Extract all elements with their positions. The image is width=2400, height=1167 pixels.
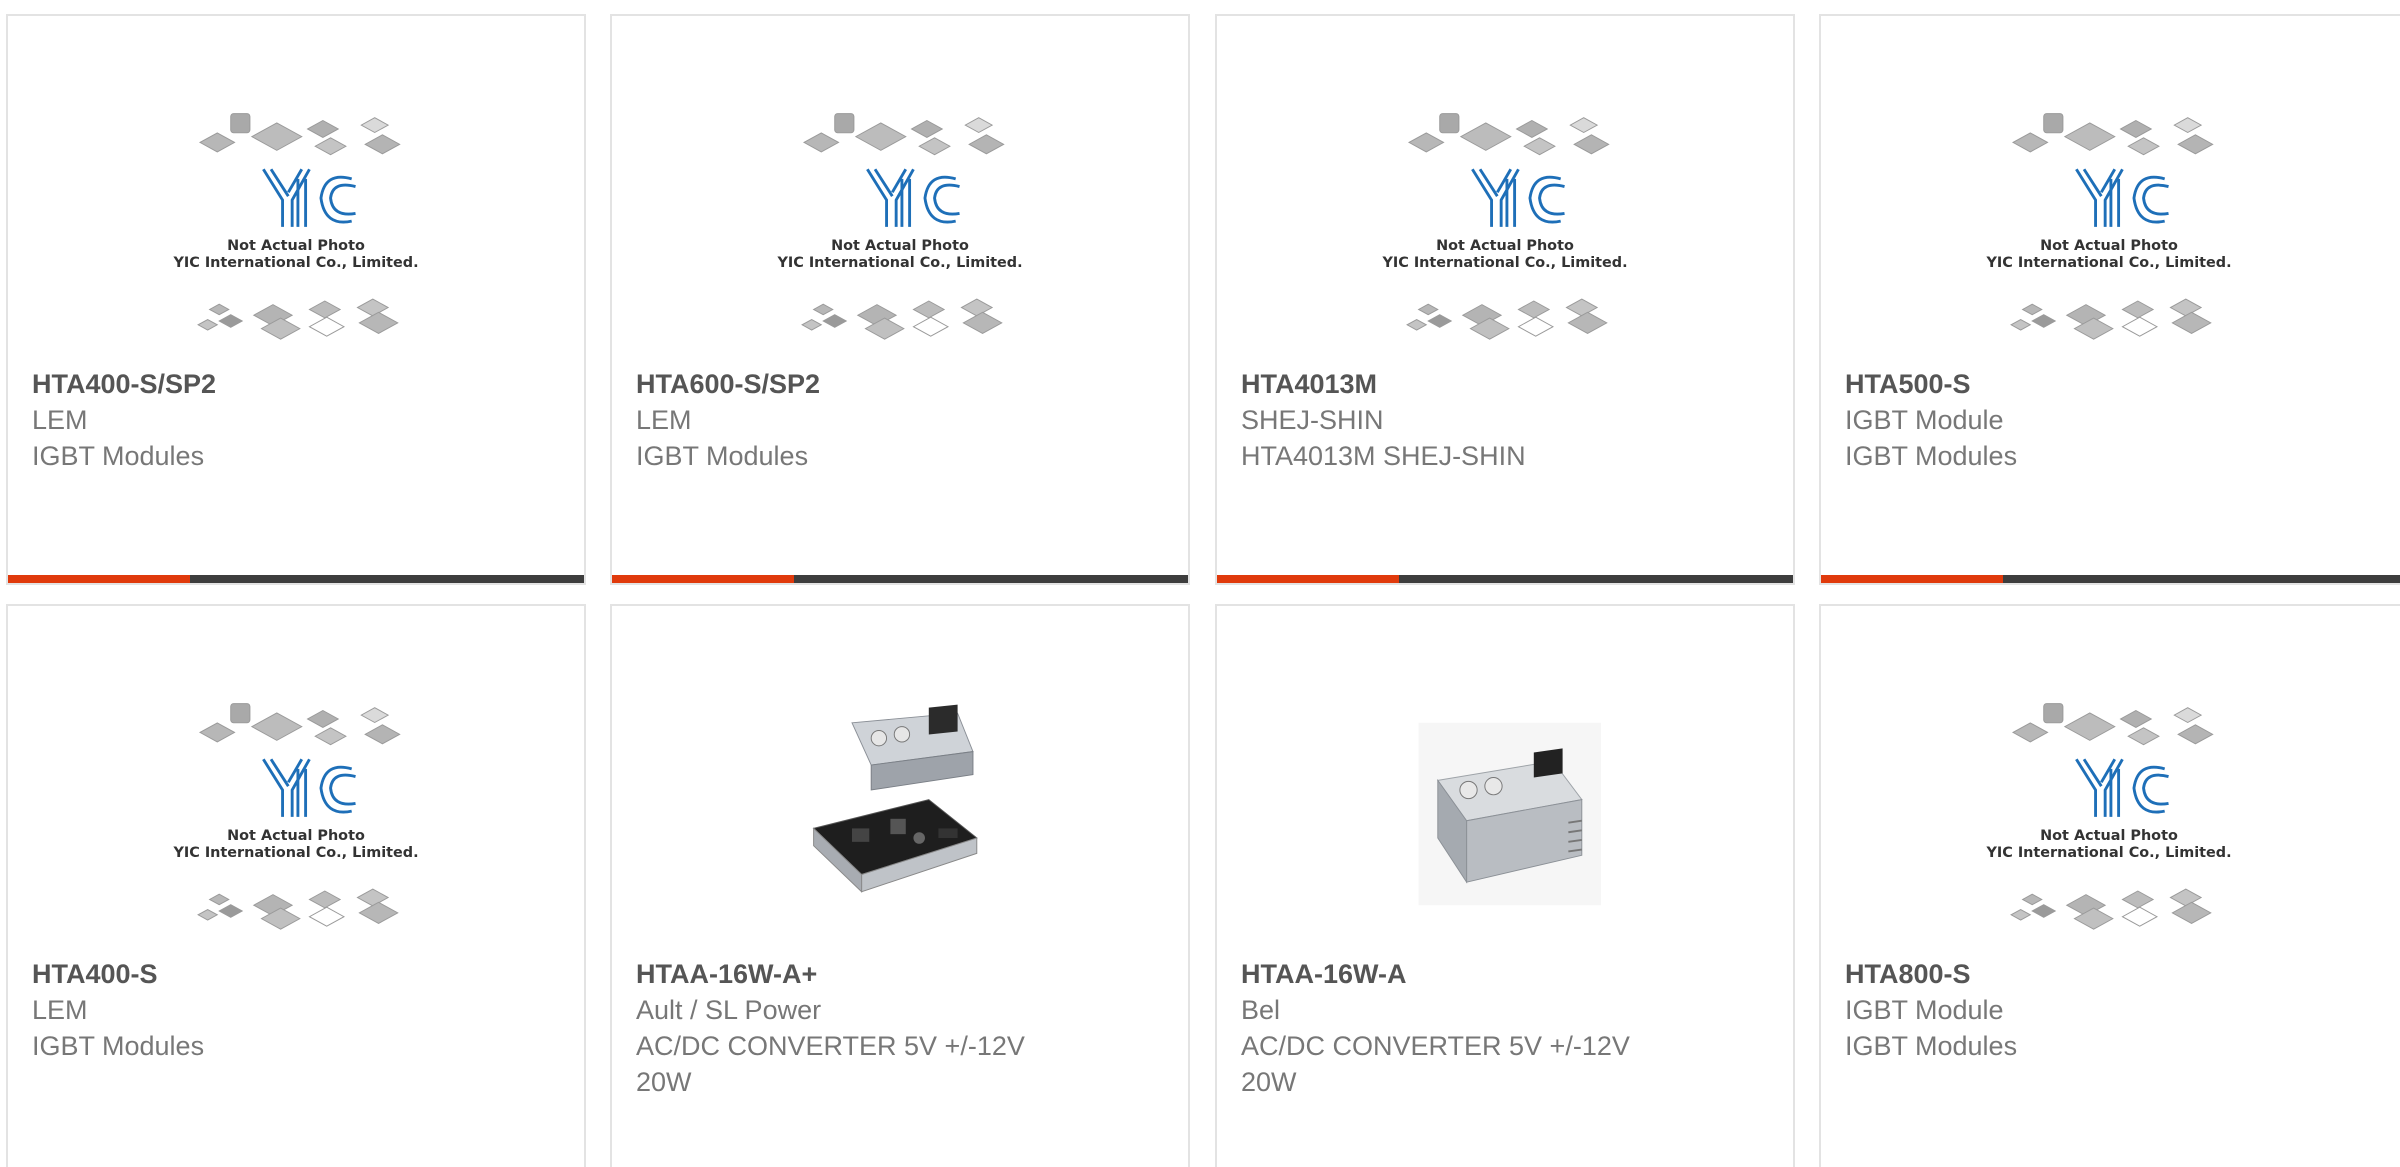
product-description: HTA4013M SHEJ-SHIN [1241, 441, 1526, 471]
svg-text:Not Actual Photo: Not Actual Photo [2040, 238, 2178, 254]
product-description: IGBT Modules [32, 441, 205, 471]
product-card[interactable]: Not Actual Photo YIC International Co., … [6, 604, 586, 1167]
svg-text:Not Actual Photo: Not Actual Photo [2040, 828, 2178, 844]
product-description: IGBT Modules [636, 441, 809, 471]
brand-name: LEM [32, 995, 88, 1025]
part-number-link[interactable]: HTA600-S/SP2 [636, 366, 1164, 402]
product-card[interactable]: Not Actual Photo YIC International Co., … [1215, 14, 1795, 585]
product-description: IGBT Modules [1845, 1031, 2018, 1061]
svg-text:Not Actual Photo: Not Actual Photo [227, 238, 365, 254]
card-accent-bar [1821, 575, 2400, 583]
product-image-placeholder[interactable]: Not Actual Photo YIC International Co., … [156, 694, 436, 934]
brand-name: Ault / SL Power [636, 995, 822, 1025]
product-description: AC/DC CONVERTER 5V +/-12V [636, 1031, 1025, 1061]
brand-name: LEM [32, 405, 88, 435]
product-card[interactable]: HTAA-16W-A+ Ault / SL Power AC/DC CONVER… [610, 604, 1190, 1167]
brand-name: IGBT Module [1845, 995, 2004, 1025]
part-number-link[interactable]: HTA400-S/SP2 [32, 366, 560, 402]
product-image-photo[interactable] [1365, 694, 1645, 934]
card-accent-bar [1217, 575, 1793, 583]
product-image-placeholder[interactable]: Not Actual Photo YIC International Co., … [1969, 104, 2249, 344]
product-image-placeholder[interactable]: Not Actual Photo YIC International Co., … [760, 104, 1040, 344]
svg-text:Not Actual Photo: Not Actual Photo [831, 238, 969, 254]
svg-text:YIC International Co., Limited: YIC International Co., Limited. [172, 845, 418, 861]
part-number-link[interactable]: HTAA-16W-A+ [636, 956, 1164, 992]
product-description: IGBT Modules [1845, 441, 2018, 471]
product-image-placeholder[interactable]: Not Actual Photo YIC International Co., … [1969, 694, 2249, 934]
svg-text:YIC International Co., Limited: YIC International Co., Limited. [1985, 845, 2231, 861]
product-description-extra: 20W [636, 1067, 692, 1097]
part-number-link[interactable]: HTA400-S [32, 956, 560, 992]
svg-text:Not Actual Photo: Not Actual Photo [227, 828, 365, 844]
product-card[interactable]: Not Actual Photo YIC International Co., … [1819, 604, 2400, 1167]
brand-name: LEM [636, 405, 692, 435]
svg-text:YIC International Co., Limited: YIC International Co., Limited. [1381, 255, 1627, 271]
product-card[interactable]: Not Actual Photo YIC International Co., … [610, 14, 1190, 585]
product-description-extra: 20W [1241, 1067, 1297, 1097]
part-number-link[interactable]: HTA500-S [1845, 366, 2383, 402]
product-card[interactable]: HTAA-16W-A Bel AC/DC CONVERTER 5V +/-12V… [1215, 604, 1795, 1167]
brand-name: SHEJ-SHIN [1241, 405, 1384, 435]
product-image-photo[interactable] [760, 694, 1040, 934]
card-accent-bar [612, 575, 1188, 583]
part-number-link[interactable]: HTAA-16W-A [1241, 956, 1769, 992]
svg-text:Not Actual Photo: Not Actual Photo [1436, 238, 1574, 254]
brand-name: IGBT Module [1845, 405, 2004, 435]
product-image-placeholder[interactable]: Not Actual Photo YIC International Co., … [1365, 104, 1645, 344]
svg-text:YIC International Co., Limited: YIC International Co., Limited. [172, 255, 418, 271]
product-image-placeholder[interactable]: Not Actual Photo YIC International Co., … [156, 104, 436, 344]
product-description: AC/DC CONVERTER 5V +/-12V [1241, 1031, 1630, 1061]
svg-text:YIC International Co., Limited: YIC International Co., Limited. [776, 255, 1022, 271]
part-number-link[interactable]: HTA4013M [1241, 366, 1769, 402]
part-number-link[interactable]: HTA800-S [1845, 956, 2383, 992]
svg-text:YIC International Co., Limited: YIC International Co., Limited. [1985, 255, 2231, 271]
brand-name: Bel [1241, 995, 1281, 1025]
product-description: IGBT Modules [32, 1031, 205, 1061]
product-card[interactable]: Not Actual Photo YIC International Co., … [6, 14, 586, 585]
product-card[interactable]: Not Actual Photo YIC International Co., … [1819, 14, 2400, 585]
card-accent-bar [8, 575, 584, 583]
product-grid: Not Actual Photo YIC International Co., … [0, 0, 2400, 1167]
